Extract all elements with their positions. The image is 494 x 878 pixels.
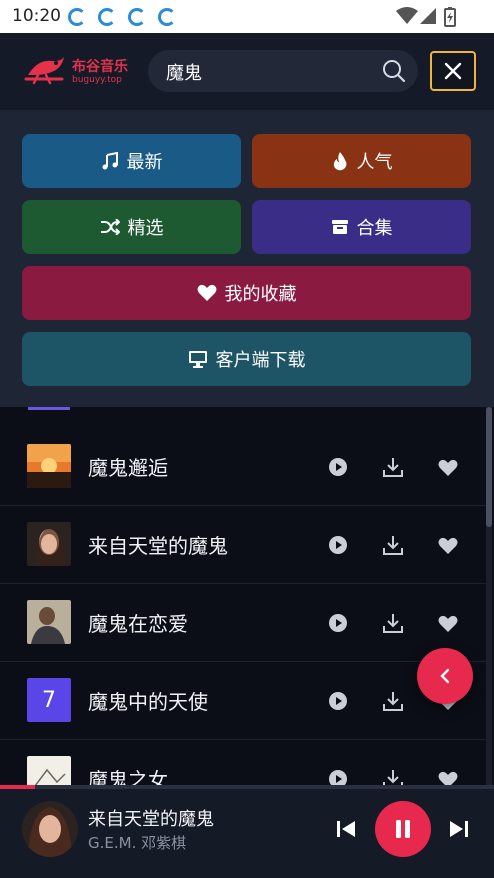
download-icon[interactable] [382,534,404,556]
previous-icon[interactable] [334,817,358,841]
logo-title: 布谷音乐 [72,59,128,75]
pause-icon [396,820,410,838]
song-row[interactable]: 魔鬼在恋爱 [0,584,486,662]
favorites-button[interactable]: 我的收藏 [22,266,471,320]
cover-fragment [28,407,70,410]
collapse-button[interactable] [417,648,473,704]
heart-icon[interactable] [437,534,459,556]
logo-subtitle: buguyy.top [72,75,122,85]
download-icon[interactable] [382,768,404,785]
search-bar [148,50,418,94]
song-title: 魔鬼邂逅 [88,456,168,480]
progress-fill [0,785,35,789]
search-icon[interactable] [382,59,406,83]
song-cover [27,600,71,644]
desktop-icon [188,351,207,368]
song-title: 魔鬼中的天使 [88,690,208,714]
play-circle-icon[interactable] [327,768,349,785]
play-circle-icon[interactable] [327,612,349,634]
list-scrollbar[interactable] [486,407,492,785]
play-circle-icon[interactable] [327,534,349,556]
now-playing-title: 来自天堂的魔鬼 [88,809,214,830]
sync-icon [158,8,176,26]
close-icon [444,62,462,80]
status-bar: 10:20 [0,0,494,33]
pause-button[interactable] [375,801,431,857]
shuffle-icon [100,219,120,235]
close-menu-button[interactable] [430,51,476,91]
heart-icon [197,284,216,301]
progress-bar[interactable] [0,785,494,789]
sync-icon [128,8,146,26]
chevron-left-icon [440,668,450,684]
play-circle-icon[interactable] [327,690,349,712]
song-row[interactable]: 7 魔鬼中的天使 [0,662,486,740]
status-time: 10:20 [12,6,61,26]
download-icon[interactable] [382,690,404,712]
category-menu: 最新 人气 精选 合集 我的收藏 客户端下载 [0,110,494,407]
now-playing-cover[interactable] [22,801,78,857]
sync-icon [68,8,86,26]
song-cover [27,756,71,785]
latest-label: 最新 [126,152,163,173]
heart-icon[interactable] [437,768,459,785]
client-download-button[interactable]: 客户端下载 [22,332,471,386]
archive-box-icon [331,220,348,234]
heart-icon[interactable] [437,456,459,478]
picks-label: 精选 [127,218,164,239]
song-list: 魔鬼邂逅 来自天堂的魔鬼 魔鬼在恋爱 7 魔鬼中的天使 魔鬼之女 [0,407,494,785]
next-icon[interactable] [447,817,471,841]
song-title: 魔鬼在恋爱 [88,612,188,636]
heart-icon[interactable] [437,612,459,634]
now-playing-artist: G.E.M. 邓紫棋 [88,834,187,852]
signal-icon [420,8,436,24]
hot-button[interactable]: 人气 [252,134,471,188]
client-download-label: 客户端下载 [215,350,306,371]
play-circle-icon[interactable] [327,456,349,478]
app-header: 布谷音乐 buguyy.top [0,33,494,110]
favorites-label: 我的收藏 [224,284,297,305]
collections-button[interactable]: 合集 [252,200,471,254]
download-icon[interactable] [382,456,404,478]
search-input[interactable] [164,50,378,94]
fire-icon [333,152,346,171]
song-cover [27,444,71,488]
song-cover [27,522,71,566]
song-title: 来自天堂的魔鬼 [88,534,228,558]
song-row[interactable]: 魔鬼之女 [0,740,486,785]
cover-number: 7 [42,687,56,713]
song-title: 魔鬼之女 [88,768,168,785]
player-bar: 来自天堂的魔鬼 G.E.M. 邓紫棋 [0,785,494,878]
sync-icon [98,8,116,26]
battery-icon [444,7,456,27]
hot-label: 人气 [356,152,393,173]
latest-button[interactable]: 最新 [22,134,241,188]
scrollbar-thumb[interactable] [486,407,492,527]
download-icon[interactable] [382,612,404,634]
music-note-icon [102,152,118,170]
collections-label: 合集 [356,218,393,239]
song-row[interactable]: 来自天堂的魔鬼 [0,506,486,584]
song-cover: 7 [27,678,71,722]
wifi-icon [396,7,418,24]
picks-button[interactable]: 精选 [22,200,241,254]
song-row[interactable]: 魔鬼邂逅 [0,428,486,506]
bird-logo-icon [24,57,64,85]
